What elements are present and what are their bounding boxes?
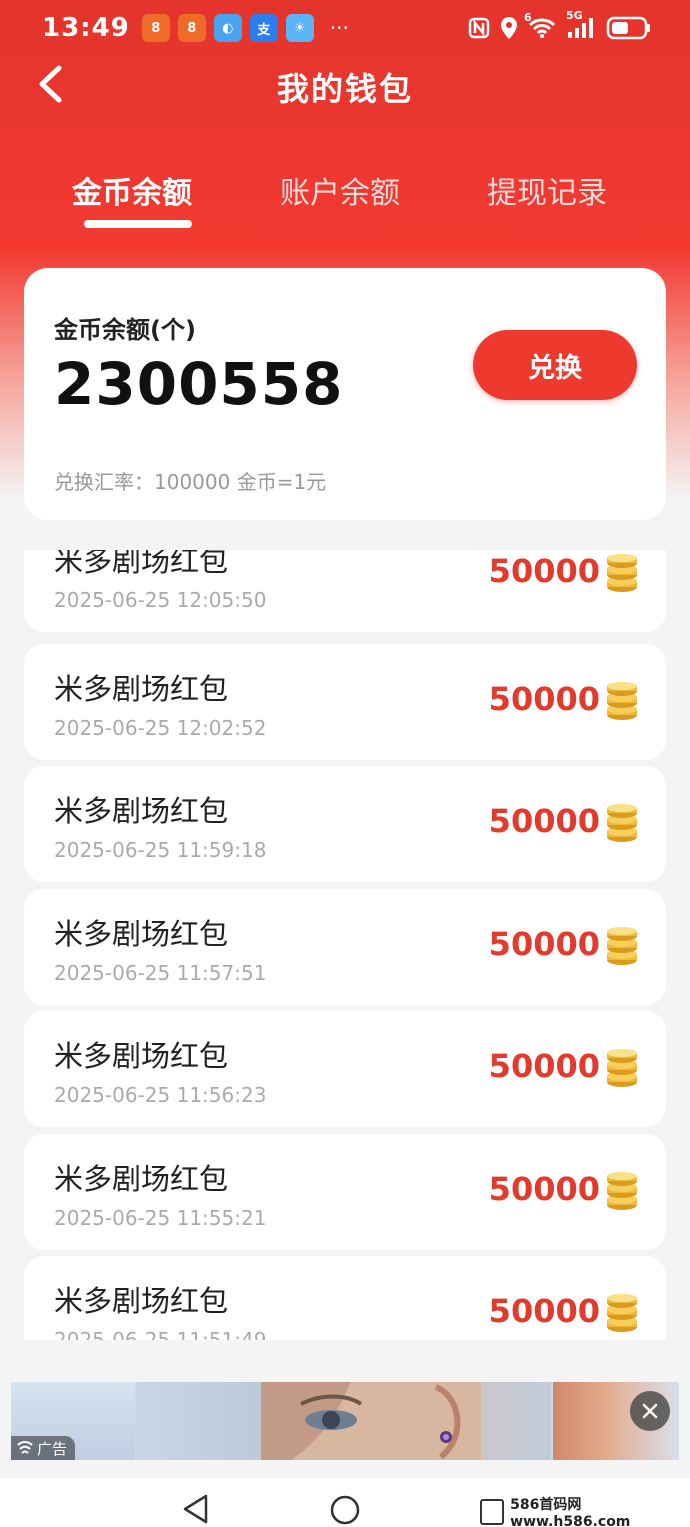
site-watermark: 586首码网 www.h586.com [480,1497,690,1527]
list-item: 米多剧场红包 2025-06-25 11:59:18 50000 [24,766,666,882]
record-title: 米多剧场红包 [54,917,229,951]
coin-stack-icon [607,927,637,965]
tab-withdraw-records[interactable]: 提现记录 [487,168,607,212]
ad-tag-text: 广告 [37,1439,68,1458]
active-tab-indicator [84,220,192,228]
weather-icon: ☀ [285,14,314,42]
ad-logo-icon [17,1441,33,1454]
record-amount: 50000 [488,552,600,590]
list-item: 米多剧场红包 2025-06-25 11:56:23 50000 [24,1011,666,1127]
ad-portrait-image [261,1382,481,1460]
page-title: 我的钱包 [276,70,413,108]
status-bar: 13:49 8 8 ◐ 支 ☀ ··· 6 5G [0,0,690,56]
balance-card: 金币余额(个) 2300558 兑换 兑换汇率：100000 金币=1元 [24,268,666,520]
list-item: 米多剧场红包 2025-06-25 11:51:49 50000 [24,1256,666,1340]
balance-value: 2300558 [54,350,344,418]
exchange-rate-text: 兑换汇率：100000 金币=1元 [54,470,327,494]
tab-account-balance[interactable]: 账户余额 [280,168,400,212]
record-time: 2025-06-25 11:55:21 [54,1206,267,1230]
system-back-icon[interactable] [182,1494,210,1524]
record-amount: 50000 [488,1170,600,1208]
status-time: 13:49 [42,13,130,43]
coin-stack-icon [607,1049,637,1087]
record-time: 2025-06-25 12:05:50 [54,588,267,612]
record-title: 米多剧场红包 [54,1284,229,1318]
navigation-bar: 我的钱包 [0,56,690,112]
network-type-label: 5G [566,9,583,22]
record-title: 米多剧场红包 [54,550,229,578]
coin-stack-icon [607,682,637,720]
wallet-tabs: 金币余额 账户余额 提现记录 [0,168,690,228]
record-title: 米多剧场红包 [54,1039,229,1073]
app-notification-icon: ◐ [213,14,242,42]
coin-stack-icon [607,1294,637,1332]
tab-coin-balance[interactable]: 金币余额 [72,168,192,212]
record-amount: 50000 [488,925,600,963]
ad-close-button[interactable] [630,1391,670,1431]
alipay-icon: 支 [249,14,278,42]
list-item: 米多剧场红包 2025-06-25 11:57:51 50000 [24,889,666,1005]
record-time: 2025-06-25 11:56:23 [54,1083,267,1107]
system-home-icon[interactable] [329,1494,361,1526]
record-time: 2025-06-25 11:57:51 [54,961,267,985]
watermark-text: 586首码网 www.h586.com [510,1497,631,1527]
ad-label: 广告 [11,1436,76,1460]
wifi-icon [528,18,556,38]
coin-stack-icon [607,1172,637,1210]
exchange-button[interactable]: 兑换 [473,330,637,400]
coin-stack-icon [607,554,637,592]
record-amount: 50000 [488,1292,600,1330]
nfc-icon [468,17,490,39]
coin-records-list[interactable]: 米多剧场红包 2025-06-25 12:05:50 50000 米多剧场红包 … [0,550,690,1340]
record-amount: 50000 [488,680,600,718]
record-title: 米多剧场红包 [54,672,229,706]
record-amount: 50000 [488,1047,600,1085]
record-time: 2025-06-25 11:51:49 [54,1328,267,1340]
record-title: 米多剧场红包 [54,1162,229,1196]
balance-label: 金币余额(个) [54,316,196,344]
list-item: 米多剧场红包 2025-06-25 11:55:21 50000 [24,1134,666,1250]
app-notification-icon: 8 [177,14,206,42]
battery-icon [606,16,650,40]
close-icon [642,1403,658,1419]
list-item: 米多剧场红包 2025-06-25 12:05:50 50000 [24,550,666,632]
list-item: 米多剧场红包 2025-06-25 12:02:52 50000 [24,644,666,760]
notification-icons: 8 8 ◐ 支 ☀ ··· [141,14,349,42]
wifi-label: 6 [524,11,532,24]
status-indicators: 6 5G [468,9,652,40]
recent-apps-icon[interactable] [480,1499,505,1525]
app-notification-icon: 8 [141,14,170,42]
record-amount: 50000 [488,802,600,840]
record-time: 2025-06-25 11:59:18 [54,838,267,862]
ad-banner[interactable]: 广告 [11,1382,679,1460]
coin-stack-icon [607,804,637,842]
location-icon [501,17,517,39]
record-time: 2025-06-25 12:02:52 [54,716,267,740]
record-title: 米多剧场红包 [54,794,229,828]
more-notifications-icon: ··· [329,16,349,40]
